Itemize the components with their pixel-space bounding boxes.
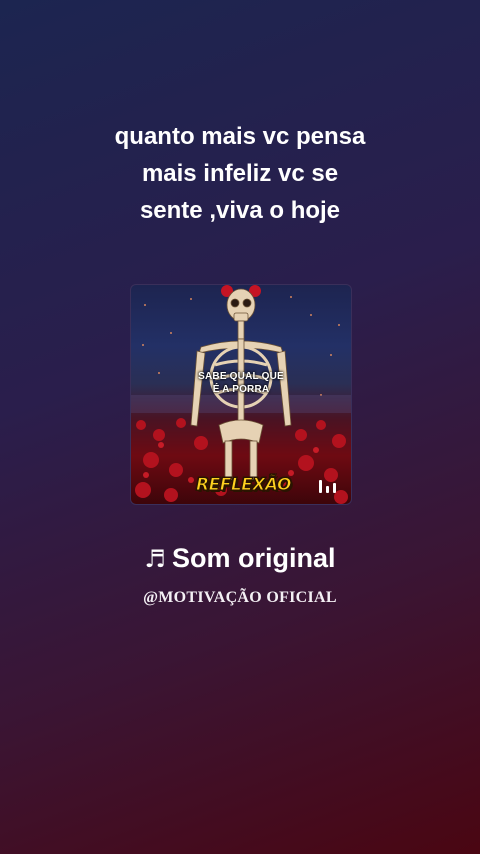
music-note-icon: ♬ xyxy=(144,545,166,573)
sound-title-text: Som original xyxy=(171,543,336,573)
audio-bars-icon xyxy=(319,478,337,493)
cover-text-line-1: SABE QUAL QUE xyxy=(198,371,284,382)
video-caption: quanto mais vc pensa mais infeliz vc se … xyxy=(0,118,480,229)
cover-text-line-2: É A PORRA xyxy=(212,384,270,395)
sound-author[interactable]: @MOTIVAÇÃO OFICIAL xyxy=(0,586,480,610)
cover-overlay-text: SABE QUAL QUE É A PORRA xyxy=(193,370,289,396)
sound-cover-art[interactable]: SABE QUAL QUE É A PORRA REFLEXÃO xyxy=(130,284,352,505)
sound-title[interactable]: ♬ Som original xyxy=(0,540,480,577)
caption-line-3: sente ,viva o hoje xyxy=(139,197,341,224)
caption-line-1: quanto mais vc pensa xyxy=(114,123,366,150)
caption-line-2: mais infeliz vc se xyxy=(141,160,339,187)
reflexao-badge: REFLEXÃO xyxy=(196,475,292,496)
